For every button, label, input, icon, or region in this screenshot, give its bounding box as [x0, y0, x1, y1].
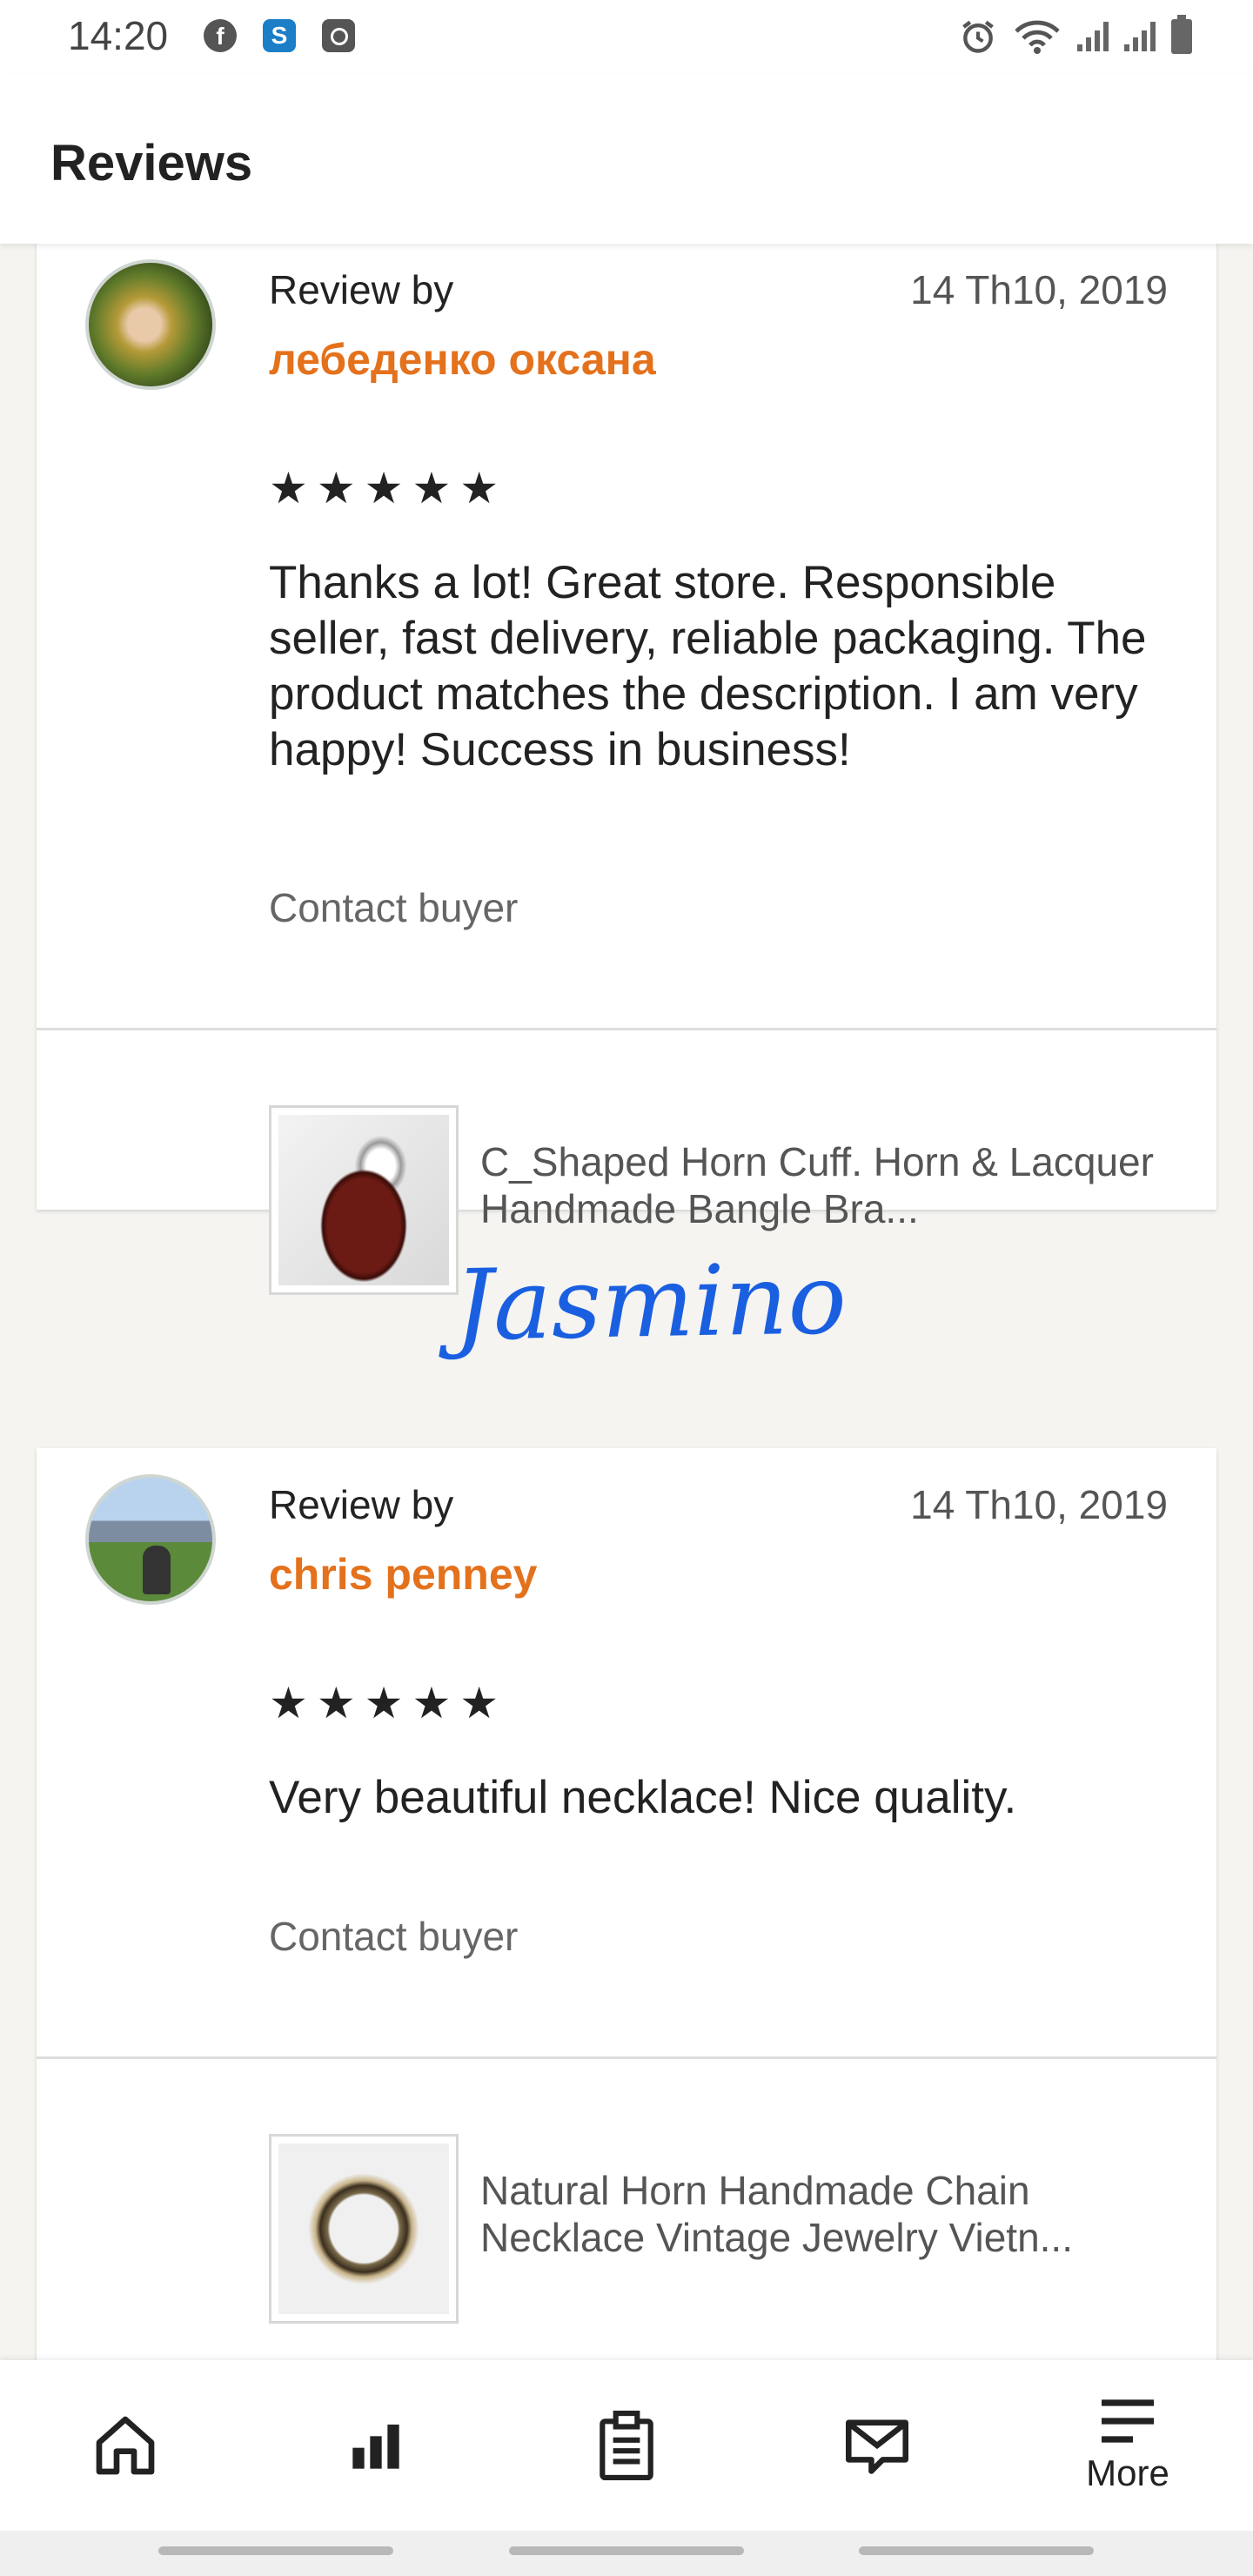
- nav-more-label: More: [1086, 2452, 1169, 2493]
- review-by-label: Review by: [269, 267, 454, 312]
- gesture-pill[interactable]: [158, 2546, 393, 2555]
- nav-home[interactable]: [0, 2360, 251, 2531]
- avatar[interactable]: [85, 259, 216, 390]
- review-section: Review by 14 Th10, 2019 лебеденко оксана…: [37, 244, 1216, 1030]
- menu-icon: [1102, 2399, 1154, 2443]
- stats-icon: [352, 2425, 399, 2469]
- gesture-pill[interactable]: [859, 2546, 1094, 2555]
- signal-icon: [1124, 22, 1156, 51]
- avatar[interactable]: [85, 1474, 216, 1605]
- status-indicators: [959, 12, 1192, 61]
- review-section: Review by 14 Th10, 2019 chris penney ★★★…: [37, 1448, 1216, 2059]
- status-bar: 14:20 f S: [0, 0, 1253, 73]
- review-card: Review by 14 Th10, 2019 лебеденко оксана…: [37, 244, 1216, 1295]
- listing-item[interactable]: Natural Horn Handmade Chain Necklace Vin…: [37, 2059, 1216, 2360]
- status-time: 14:20: [68, 13, 169, 58]
- signal-icon: [1077, 22, 1109, 51]
- app-header: Reviews: [0, 73, 1253, 244]
- alarm-icon: [962, 20, 994, 53]
- reviewer-name[interactable]: chris penney: [269, 1549, 537, 1600]
- star-rating: ★★★★★: [269, 464, 508, 513]
- star-rating: ★★★★★: [269, 1679, 508, 1727]
- watermark: Jasmino: [452, 1243, 848, 1363]
- wifi-icon: [1015, 20, 1060, 54]
- review-text: Very beautiful necklace! Nice quality.: [269, 1772, 1017, 1823]
- review-date: 14 Th10, 2019: [910, 267, 1168, 312]
- page-title: Reviews: [50, 135, 253, 191]
- facebook-icon: f: [204, 19, 237, 52]
- bottom-nav: More: [0, 2360, 1253, 2531]
- gesture-pill[interactable]: [509, 2546, 744, 2555]
- nav-more[interactable]: More: [1002, 2360, 1253, 2531]
- nav-messages[interactable]: [752, 2360, 1002, 2531]
- review-by-label: Review by: [269, 1482, 454, 1527]
- clock-app-icon: [322, 19, 355, 52]
- reviewer-name[interactable]: лебеденко оксана: [269, 334, 656, 385]
- listing-title[interactable]: C_Shaped Horn Cuff. Horn & Lacquer Handm…: [480, 1138, 1176, 1232]
- nav-stats[interactable]: [251, 2360, 501, 2531]
- home-icon: [96, 2416, 155, 2475]
- contact-buyer-link[interactable]: Contact buyer: [269, 1913, 518, 1960]
- review-date: 14 Th10, 2019: [910, 1482, 1168, 1527]
- contact-buyer-link[interactable]: Contact buyer: [269, 884, 518, 931]
- s-app-icon: S: [263, 19, 296, 52]
- review-text: Thanks a lot! Great store. Responsible s…: [269, 557, 1147, 775]
- listing-item[interactable]: C_Shaped Horn Cuff. Horn & Lacquer Handm…: [37, 1030, 1216, 1295]
- system-gesture-bar: [0, 2531, 1253, 2576]
- battery-icon: [1171, 15, 1192, 54]
- nav-orders[interactable]: [501, 2360, 752, 2531]
- listing-title[interactable]: Natural Horn Handmade Chain Necklace Vin…: [480, 2167, 1176, 2261]
- listing-thumbnail[interactable]: [269, 2134, 459, 2324]
- review-card: Review by 14 Th10, 2019 chris penney ★★★…: [37, 1448, 1216, 2360]
- orders-icon: [600, 2411, 653, 2480]
- listing-thumbnail[interactable]: [269, 1105, 459, 1295]
- messages-icon: [846, 2419, 908, 2474]
